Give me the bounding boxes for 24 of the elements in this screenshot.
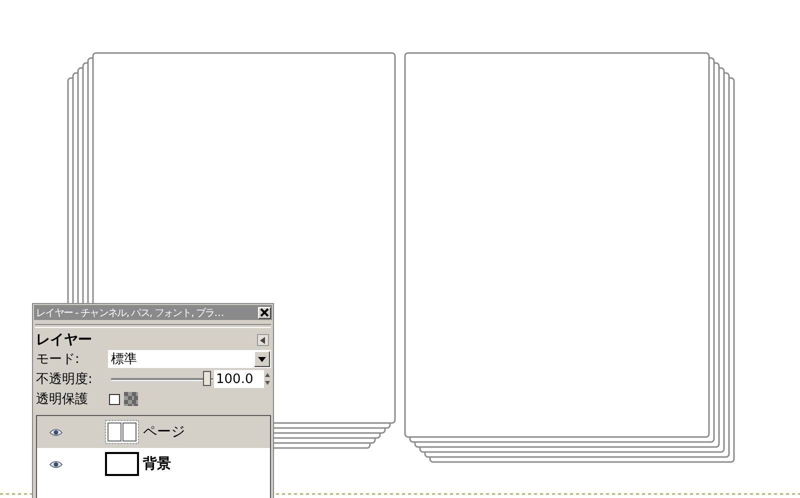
eye-icon[interactable] <box>49 428 63 436</box>
slider-thumb[interactable] <box>203 371 211 386</box>
opacity-label: 不透明度: <box>36 371 94 388</box>
lock-alpha-label: 透明保護 <box>36 391 89 408</box>
close-button[interactable] <box>258 306 271 318</box>
opacity-spinbox[interactable]: 100.0 <box>214 370 271 388</box>
transparency-icon <box>124 392 138 406</box>
layer-name: 背景 <box>143 455 171 473</box>
layer-thumbnail <box>105 452 139 476</box>
lock-alpha-checkbox[interactable] <box>109 394 120 404</box>
dialog-title: レイヤー - チャンネル, パス, フォント, ブラ… <box>36 306 224 320</box>
mode-label: モード: <box>36 351 80 368</box>
close-icon <box>260 308 269 317</box>
opacity-slider[interactable] <box>111 370 213 388</box>
layer-name: ページ <box>143 423 185 441</box>
layer-row[interactable]: ページ <box>37 416 270 448</box>
dropdown-arrow-icon <box>258 356 266 362</box>
layer-thumbnail <box>105 420 139 444</box>
panel-title: レイヤー <box>36 331 92 349</box>
mode-dropdown[interactable]: 標準 <box>108 350 271 368</box>
eye-icon[interactable] <box>49 460 63 468</box>
caret-icon <box>260 336 266 344</box>
spin-arrows-icon <box>264 371 271 387</box>
panel-menu-button[interactable] <box>257 334 269 346</box>
